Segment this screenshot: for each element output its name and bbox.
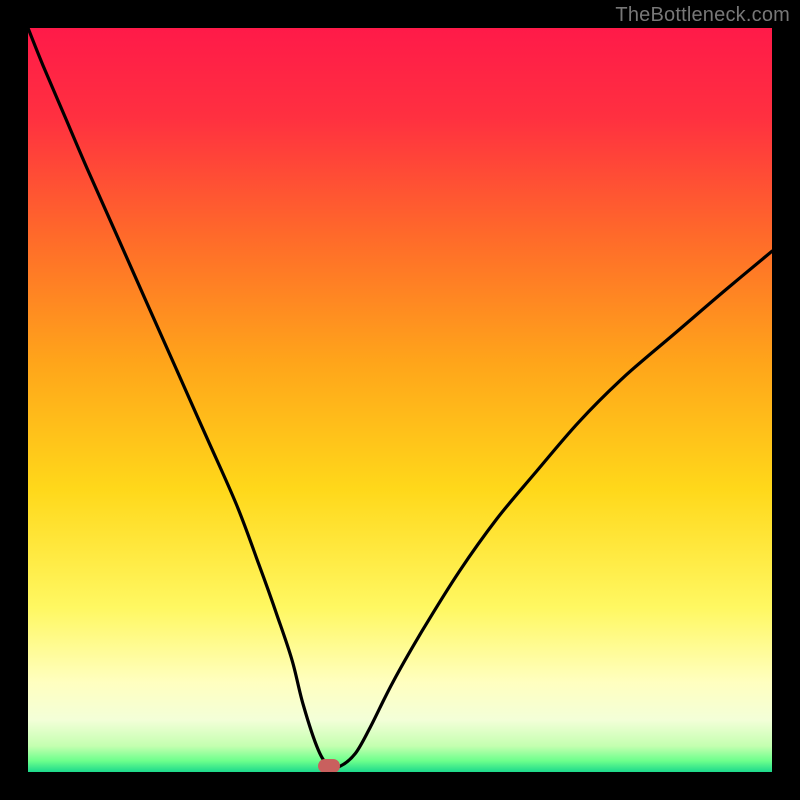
chart-frame: TheBottleneck.com bbox=[0, 0, 800, 800]
plot-area bbox=[28, 28, 772, 772]
chart-svg bbox=[28, 28, 772, 772]
attribution-watermark: TheBottleneck.com bbox=[615, 4, 790, 27]
gradient-background bbox=[28, 28, 772, 772]
optimal-point-marker bbox=[318, 759, 340, 772]
